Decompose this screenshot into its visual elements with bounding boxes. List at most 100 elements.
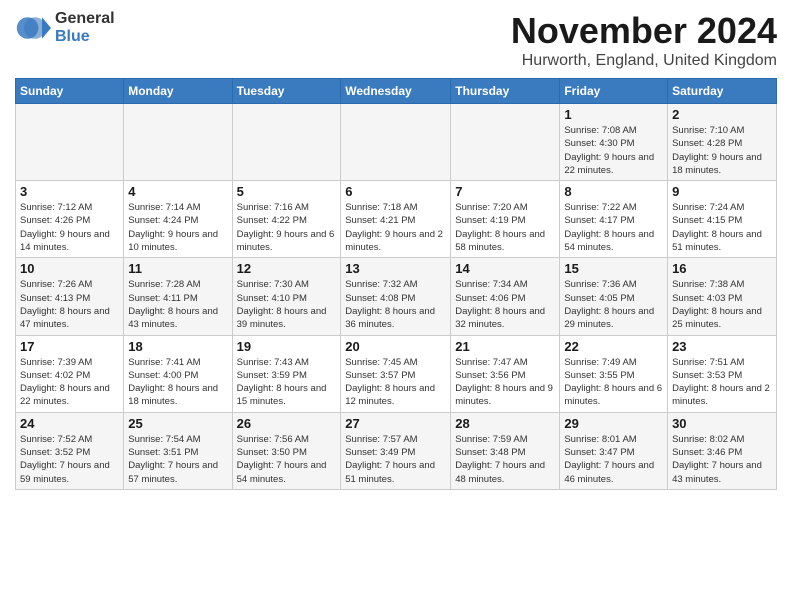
calendar-week-4: 17 Sunrise: 7:39 AM Sunset: 4:02 PM Dayli… [16, 335, 777, 412]
calendar-cell: 12 Sunrise: 7:30 AM Sunset: 4:10 PM Dayli… [232, 258, 341, 335]
calendar-cell: 20Sunrise: 7:45 AM Sunset: 3:57 PM Dayli… [341, 335, 451, 412]
day-number: 8 [564, 184, 663, 199]
page-container: General Blue November 2024 Hurworth, Eng… [0, 0, 792, 500]
col-friday: Friday [560, 79, 668, 104]
day-number: 15 [564, 261, 663, 276]
header-row: Sunday Monday Tuesday Wednesday Thursday… [16, 79, 777, 104]
calendar-cell: 8 Sunrise: 7:22 AM Sunset: 4:17 PM Daylig… [560, 181, 668, 258]
calendar-cell: 16 Sunrise: 7:38 AM Sunset: 4:03 PM Dayli… [668, 258, 777, 335]
calendar-body: 1 Sunrise: 7:08 AM Sunset: 4:30 PM Daylig… [16, 104, 777, 490]
calendar-cell: 6 Sunrise: 7:18 AM Sunset: 4:21 PM Daylig… [341, 181, 451, 258]
calendar-cell: 5 Sunrise: 7:16 AM Sunset: 4:22 PM Daylig… [232, 181, 341, 258]
day-number: 5 [237, 184, 337, 199]
calendar-week-2: 3Sunrise: 7:12 AM Sunset: 4:26 PM Daylig… [16, 181, 777, 258]
day-info: Sunrise: 7:59 AM Sunset: 3:48 PM Dayligh… [455, 433, 555, 486]
day-info: Sunrise: 7:24 AM Sunset: 4:15 PM Dayligh… [672, 201, 772, 254]
col-monday: Monday [124, 79, 232, 104]
day-number: 4 [128, 184, 227, 199]
day-info: Sunrise: 7:57 AM Sunset: 3:49 PM Dayligh… [345, 433, 446, 486]
calendar-cell: 4 Sunrise: 7:14 AM Sunset: 4:24 PM Daylig… [124, 181, 232, 258]
day-info: Sunrise: 7:14 AM Sunset: 4:24 PM Dayligh… [128, 201, 227, 254]
day-number: 19 [237, 339, 337, 354]
calendar-week-3: 10 Sunrise: 7:26 AM Sunset: 4:13 PM Dayli… [16, 258, 777, 335]
logo-text: General Blue [55, 10, 115, 45]
calendar-cell: 21Sunrise: 7:47 AM Sunset: 3:56 PM Dayli… [451, 335, 560, 412]
day-info: Sunrise: 7:34 AM Sunset: 4:06 PM Dayligh… [455, 278, 555, 331]
day-number: 27 [345, 416, 446, 431]
day-number: 6 [345, 184, 446, 199]
day-info: Sunrise: 7:36 AM Sunset: 4:05 PM Dayligh… [564, 278, 663, 331]
day-number: 30 [672, 416, 772, 431]
calendar-week-5: 24Sunrise: 7:52 AM Sunset: 3:52 PM Dayli… [16, 412, 777, 489]
calendar-header: Sunday Monday Tuesday Wednesday Thursday… [16, 79, 777, 104]
calendar-cell: 7 Sunrise: 7:20 AM Sunset: 4:19 PM Daylig… [451, 181, 560, 258]
day-info: Sunrise: 7:26 AM Sunset: 4:13 PM Dayligh… [20, 278, 119, 331]
logo-blue: Blue [55, 28, 115, 46]
day-info: Sunrise: 7:41 AM Sunset: 4:00 PM Dayligh… [128, 356, 227, 409]
calendar-cell: 22Sunrise: 7:49 AM Sunset: 3:55 PM Dayli… [560, 335, 668, 412]
calendar-cell: 15 Sunrise: 7:36 AM Sunset: 4:05 PM Dayli… [560, 258, 668, 335]
day-info: Sunrise: 7:47 AM Sunset: 3:56 PM Dayligh… [455, 356, 555, 409]
calendar-week-1: 1 Sunrise: 7:08 AM Sunset: 4:30 PM Daylig… [16, 104, 777, 181]
calendar-cell: 17 Sunrise: 7:39 AM Sunset: 4:02 PM Dayli… [16, 335, 124, 412]
calendar-table: Sunday Monday Tuesday Wednesday Thursday… [15, 78, 777, 490]
day-number: 29 [564, 416, 663, 431]
day-info: Sunrise: 7:54 AM Sunset: 3:51 PM Dayligh… [128, 433, 227, 486]
day-number: 16 [672, 261, 772, 276]
day-info: Sunrise: 7:16 AM Sunset: 4:22 PM Dayligh… [237, 201, 337, 254]
location: Hurworth, England, United Kingdom [511, 52, 777, 70]
day-info: Sunrise: 7:56 AM Sunset: 3:50 PM Dayligh… [237, 433, 337, 486]
day-number: 13 [345, 261, 446, 276]
day-number: 10 [20, 261, 119, 276]
calendar-cell: 23 Sunrise: 7:51 AM Sunset: 3:53 PM Dayli… [668, 335, 777, 412]
day-number: 14 [455, 261, 555, 276]
day-info: Sunrise: 7:39 AM Sunset: 4:02 PM Dayligh… [20, 356, 119, 409]
day-number: 26 [237, 416, 337, 431]
logo-icon [15, 10, 51, 46]
calendar-cell [341, 104, 451, 181]
calendar-cell: 19 Sunrise: 7:43 AM Sunset: 3:59 PM Dayli… [232, 335, 341, 412]
day-info: Sunrise: 7:30 AM Sunset: 4:10 PM Dayligh… [237, 278, 337, 331]
day-number: 12 [237, 261, 337, 276]
calendar-cell: 2Sunrise: 7:10 AM Sunset: 4:28 PM Daylig… [668, 104, 777, 181]
day-info: Sunrise: 7:38 AM Sunset: 4:03 PM Dayligh… [672, 278, 772, 331]
calendar-cell: 3Sunrise: 7:12 AM Sunset: 4:26 PM Daylig… [16, 181, 124, 258]
day-info: Sunrise: 7:32 AM Sunset: 4:08 PM Dayligh… [345, 278, 446, 331]
day-info: Sunrise: 8:01 AM Sunset: 3:47 PM Dayligh… [564, 433, 663, 486]
day-number: 28 [455, 416, 555, 431]
day-info: Sunrise: 7:08 AM Sunset: 4:30 PM Dayligh… [564, 124, 663, 177]
calendar-cell: 28 Sunrise: 7:59 AM Sunset: 3:48 PM Dayli… [451, 412, 560, 489]
day-number: 17 [20, 339, 119, 354]
col-tuesday: Tuesday [232, 79, 341, 104]
header: General Blue November 2024 Hurworth, Eng… [15, 10, 777, 70]
day-number: 22 [564, 339, 663, 354]
calendar-cell [232, 104, 341, 181]
calendar-cell [124, 104, 232, 181]
day-number: 25 [128, 416, 227, 431]
calendar-cell: 30 Sunrise: 8:02 AM Sunset: 3:46 PM Dayli… [668, 412, 777, 489]
logo: General Blue [15, 10, 115, 46]
calendar-cell: 1 Sunrise: 7:08 AM Sunset: 4:30 PM Daylig… [560, 104, 668, 181]
calendar-cell [451, 104, 560, 181]
logo-general: General [55, 10, 115, 28]
day-info: Sunrise: 7:51 AM Sunset: 3:53 PM Dayligh… [672, 356, 772, 409]
day-info: Sunrise: 7:12 AM Sunset: 4:26 PM Dayligh… [20, 201, 119, 254]
day-info: Sunrise: 7:22 AM Sunset: 4:17 PM Dayligh… [564, 201, 663, 254]
day-info: Sunrise: 7:20 AM Sunset: 4:19 PM Dayligh… [455, 201, 555, 254]
title-section: November 2024 Hurworth, England, United … [511, 10, 777, 70]
col-sunday: Sunday [16, 79, 124, 104]
day-number: 7 [455, 184, 555, 199]
col-thursday: Thursday [451, 79, 560, 104]
calendar-cell: 27 Sunrise: 7:57 AM Sunset: 3:49 PM Dayli… [341, 412, 451, 489]
calendar-cell: 14 Sunrise: 7:34 AM Sunset: 4:06 PM Dayli… [451, 258, 560, 335]
calendar-cell: 26 Sunrise: 7:56 AM Sunset: 3:50 PM Dayli… [232, 412, 341, 489]
day-number: 23 [672, 339, 772, 354]
day-number: 20 [345, 339, 446, 354]
calendar-cell: 11Sunrise: 7:28 AM Sunset: 4:11 PM Dayli… [124, 258, 232, 335]
day-info: Sunrise: 7:18 AM Sunset: 4:21 PM Dayligh… [345, 201, 446, 254]
day-info: Sunrise: 8:02 AM Sunset: 3:46 PM Dayligh… [672, 433, 772, 486]
day-number: 1 [564, 107, 663, 122]
calendar-cell [16, 104, 124, 181]
calendar-cell: 9Sunrise: 7:24 AM Sunset: 4:15 PM Daylig… [668, 181, 777, 258]
day-info: Sunrise: 7:43 AM Sunset: 3:59 PM Dayligh… [237, 356, 337, 409]
